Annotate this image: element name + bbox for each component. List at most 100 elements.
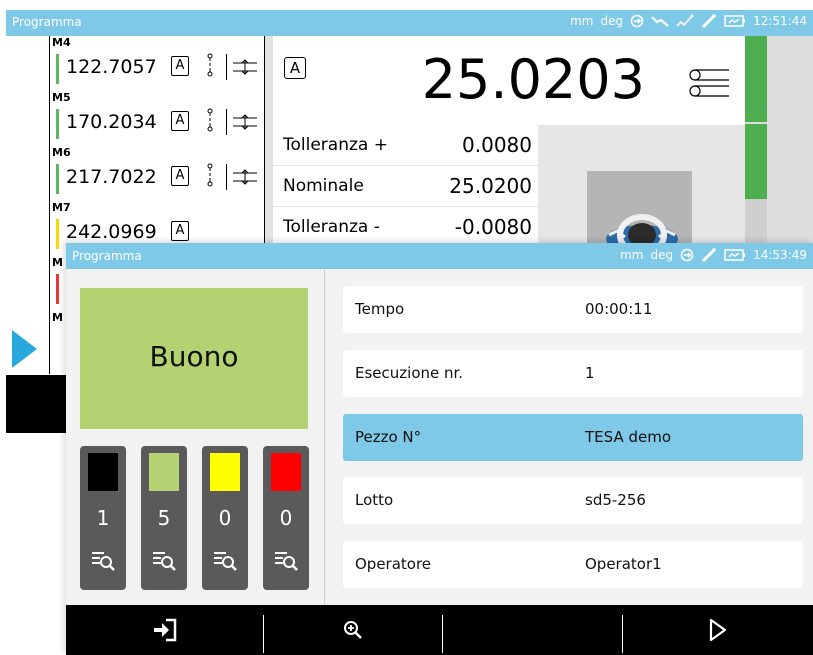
field-value: TESA demo [585, 428, 672, 446]
measure-row[interactable]: M5 170.2034 A [50, 91, 264, 148]
field-value: 00:00:11 [585, 300, 653, 318]
angle-units-label: deg [600, 14, 624, 28]
result-label: Buono [149, 340, 239, 373]
status-bar: mm deg 14:53:49 [620, 248, 807, 262]
login-button[interactable] [66, 613, 263, 647]
counter-black[interactable]: 1 [80, 446, 126, 590]
tolerance-plus-label: Tolleranza + [283, 135, 388, 155]
clock: 12:51:44 [753, 14, 807, 28]
tolerance-points-icon [207, 53, 213, 77]
field-row-selected[interactable]: Pezzo N° TESA demo [343, 414, 803, 461]
tolerance-plus-value: 0.0080 [462, 133, 532, 157]
units-label: mm [570, 14, 594, 28]
measure-value: 242.0969 [66, 221, 157, 243]
filter-search-icon [92, 552, 115, 571]
title-bar: Programma mm deg 14:53:49 [66, 243, 813, 269]
counter-value: 5 [157, 506, 171, 530]
status-strip [745, 124, 767, 199]
login-status-icon [680, 248, 694, 262]
login-status-icon [630, 14, 644, 28]
measure-label: M4 [52, 36, 71, 49]
tolerance-minus-label: Tolleranza - [283, 217, 380, 237]
color-swatch [271, 453, 301, 491]
tolerance-plus-row: Tolleranza + 0.0080 [273, 125, 538, 166]
measure-row[interactable]: M4 122.7057 A [50, 36, 264, 93]
wireless-probe-icon [702, 14, 716, 28]
angle-units-label: deg [650, 248, 674, 262]
measure-mode: A [171, 221, 189, 241]
empty-button[interactable] [443, 613, 622, 647]
battery-icon [724, 15, 746, 27]
measure-status-bar [56, 54, 59, 84]
color-swatch [149, 453, 179, 491]
measure-row[interactable]: M6 217.7022 A [50, 146, 264, 203]
counter-value: 0 [279, 506, 293, 530]
field-row[interactable]: Lotto sd5-256 [343, 477, 803, 524]
window-title: Programma [72, 249, 142, 263]
measure-value: 170.2034 [66, 111, 157, 133]
tolerance-band-icon [226, 54, 257, 80]
signal-icon [676, 14, 694, 27]
field-label: Pezzo N° [355, 428, 422, 446]
filter-search-icon [153, 552, 176, 571]
status-strip [745, 36, 767, 122]
field-value: Operator1 [585, 555, 662, 573]
info-pane: Tempo 00:00:11 Esecuzione nr. 1 Pezzo N°… [325, 269, 813, 605]
measure-label: M7 [52, 201, 71, 214]
field-row[interactable]: Tempo 00:00:11 [343, 286, 803, 333]
tolerance-points-icon [207, 163, 213, 187]
tolerance-minus-value: -0.0080 [454, 215, 532, 239]
measure-label: M [52, 256, 63, 269]
part-preview [538, 125, 745, 250]
part-image [587, 171, 692, 250]
tolerance-points-icon [207, 108, 213, 132]
current-mode: A [284, 57, 306, 79]
zoom-button[interactable] [264, 613, 442, 647]
cylinder-icon [689, 69, 729, 97]
battery-icon [724, 249, 746, 261]
counter-green[interactable]: 5 [141, 446, 187, 590]
measure-mode: A [171, 56, 189, 76]
current-value: 25.0203 [421, 48, 645, 111]
counter-yellow[interactable]: 0 [202, 446, 248, 590]
measure-mode: A [171, 111, 189, 131]
statistics-window: Programma mm deg 14:53:49 Buono 1 5 0 0 … [66, 243, 813, 655]
nominal-label: Nominale [283, 176, 364, 196]
nominal-value: 25.0200 [449, 174, 532, 198]
measure-status-bar [56, 219, 59, 249]
measure-mode: A [171, 166, 189, 186]
title-bar: Programma mm deg 12:51:44 [6, 10, 813, 36]
play-button[interactable] [623, 613, 813, 647]
color-swatch [88, 453, 118, 491]
measure-value: 217.7022 [66, 166, 157, 188]
wireless-probe-icon [702, 248, 716, 262]
field-row[interactable]: Esecuzione nr. 1 [343, 350, 803, 397]
filter-search-icon [275, 552, 298, 571]
window-title: Programma [12, 15, 82, 29]
measure-label: M [52, 311, 63, 324]
measure-status-bar [56, 274, 59, 304]
tolerance-band-icon [226, 109, 257, 135]
tolerance-minus-row: Tolleranza - -0.0080 [273, 207, 538, 248]
field-row[interactable]: Operatore Operator1 [343, 541, 803, 588]
bore-gauge-icon [606, 214, 678, 250]
counter-value: 0 [218, 506, 232, 530]
play-icon [709, 618, 727, 642]
tolerance-info: Tolleranza + 0.0080 Nominale 25.0200 Tol… [273, 125, 538, 250]
measure-status-bar [56, 164, 59, 194]
result-indicator: Buono [80, 288, 308, 429]
field-value: 1 [585, 364, 595, 382]
measure-label: M5 [52, 91, 71, 104]
field-label: Lotto [355, 491, 394, 509]
counter-red[interactable]: 0 [263, 446, 309, 590]
measure-label: M6 [52, 146, 71, 159]
current-measure: A 25.0203 [273, 46, 745, 121]
status-bar: mm deg 12:51:44 [570, 14, 807, 28]
clock: 14:53:49 [753, 248, 807, 262]
login-icon [153, 618, 176, 642]
filter-search-icon [214, 552, 237, 571]
field-label: Operatore [355, 555, 432, 573]
counter-value: 1 [96, 506, 110, 530]
measure-value: 122.7057 [66, 56, 157, 78]
tolerance-band-icon [226, 164, 257, 190]
